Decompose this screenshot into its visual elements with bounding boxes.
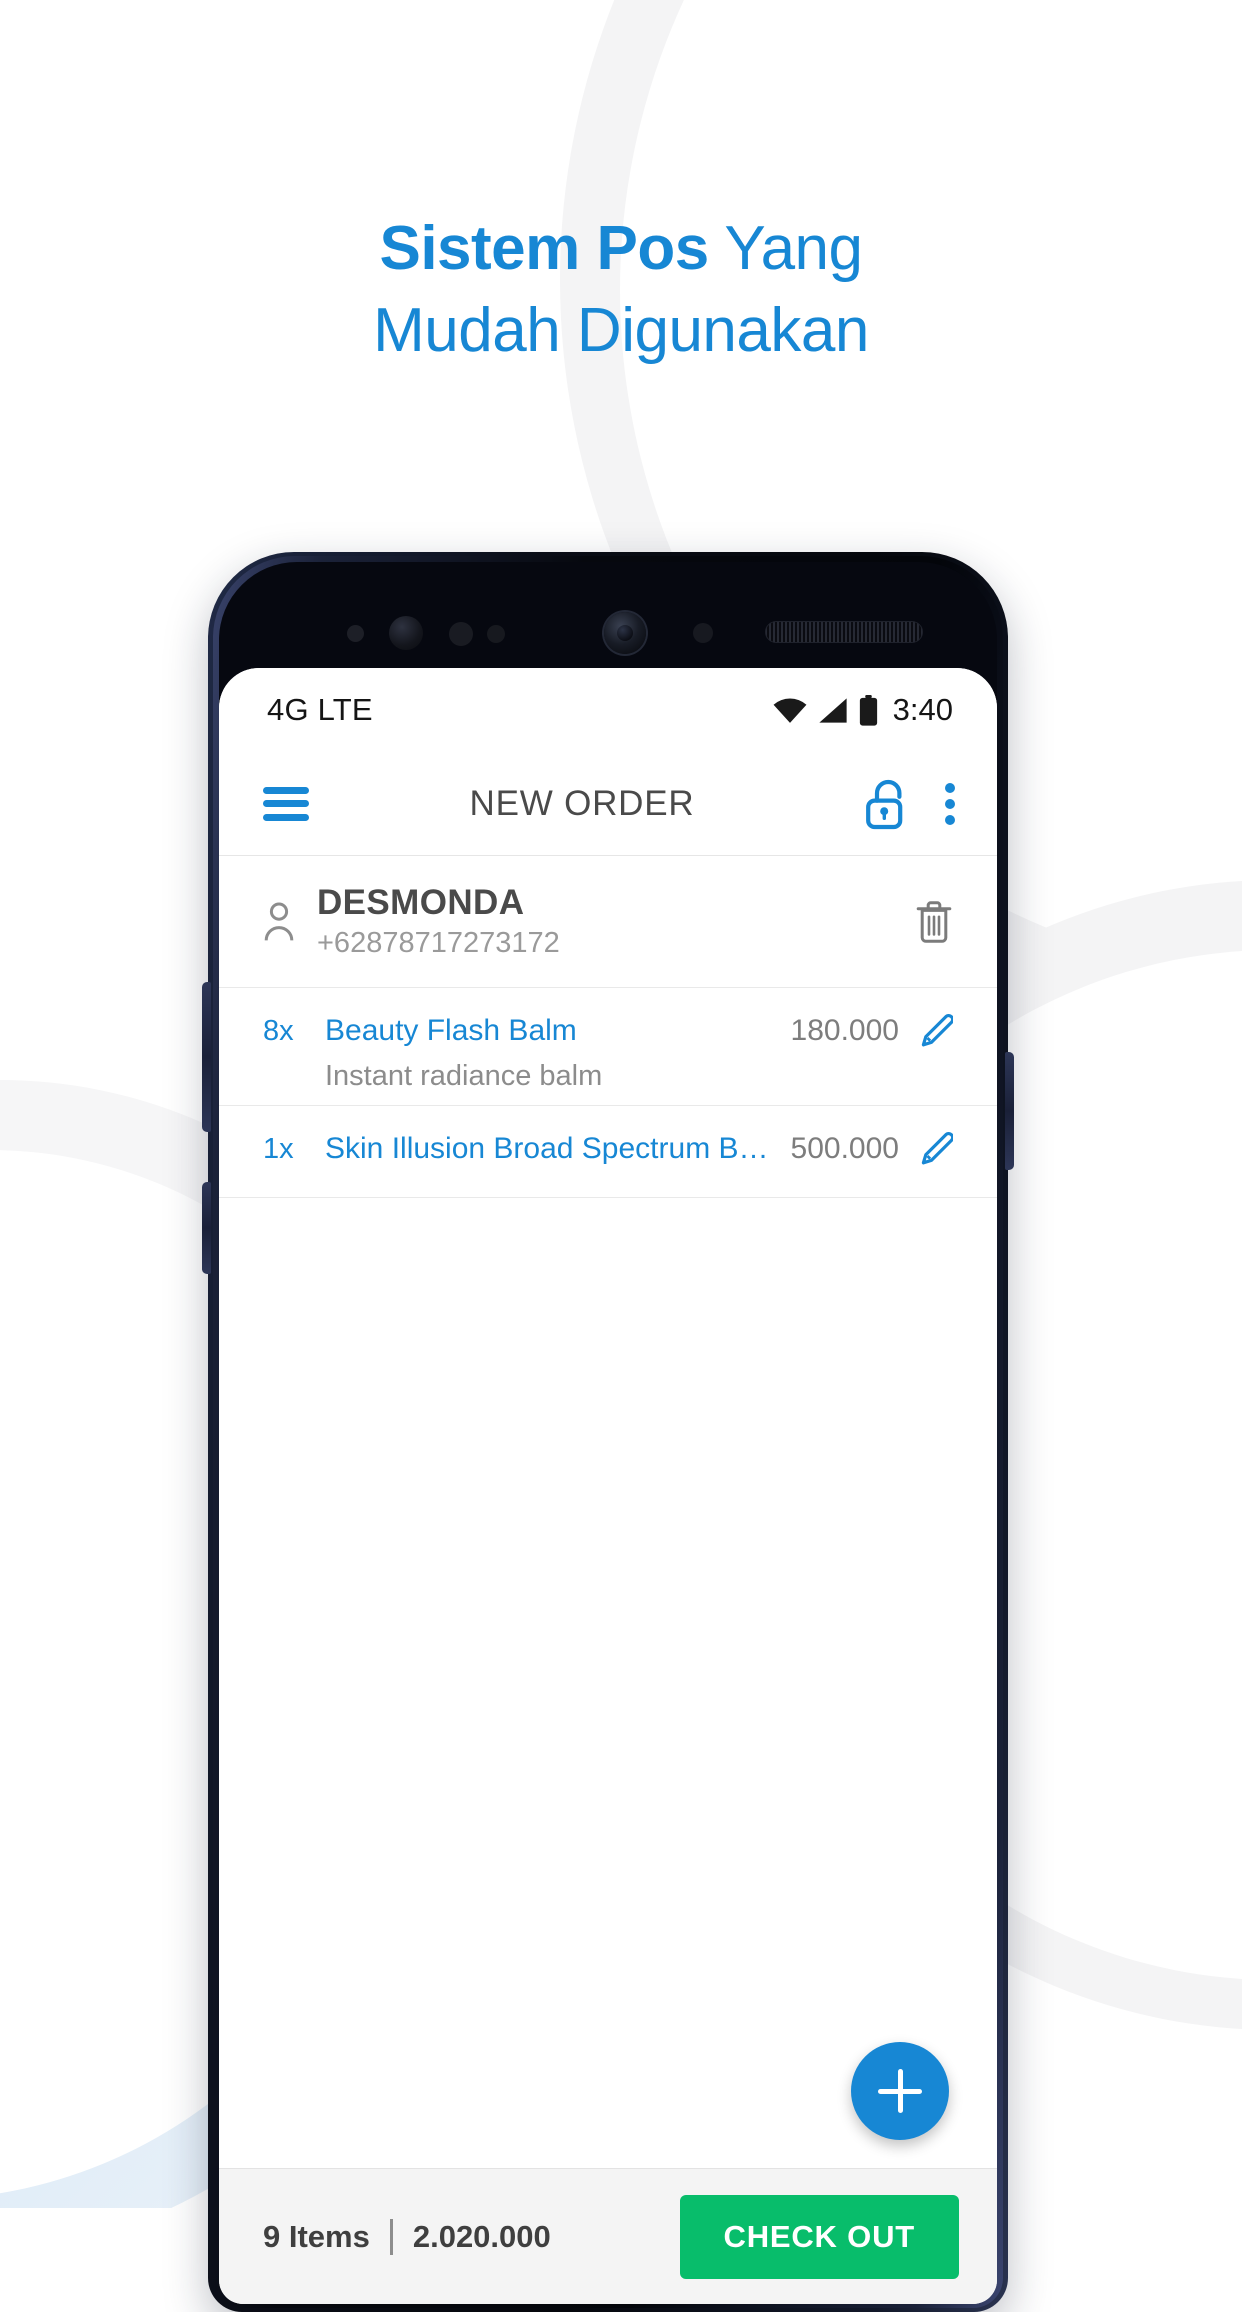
phone-mockup: 4G LTE 3:40 NEW ORDER DESMONDA +62878717…: [202, 552, 1014, 2312]
totals-separator: [389, 2218, 393, 2255]
phone-screen: 4G LTE 3:40 NEW ORDER DESMONDA +62878717…: [219, 668, 997, 2304]
kebab-dot-1: [945, 782, 955, 793]
unlocked-padlock-icon[interactable]: [865, 778, 911, 830]
customer-row[interactable]: DESMONDA +62878717273172: [219, 856, 997, 988]
order-item-name: Beauty Flash Balm: [325, 1014, 577, 1047]
customer-name: DESMONDA: [317, 883, 525, 922]
power-button: [1005, 1052, 1014, 1170]
pencil-icon[interactable]: [921, 1132, 953, 1166]
kebab-dot-2: [945, 798, 955, 809]
volume-button: [202, 982, 211, 1132]
order-item-price: 180.000: [790, 1014, 899, 1047]
order-item-main-line: 8x Beauty Flash Balm 180.000: [263, 1014, 953, 1048]
order-item-main-line: 1x Skin Illusion Broad Spectrum Bro... 5…: [263, 1132, 953, 1166]
app-bar-actions: [865, 778, 955, 830]
headline-line-2: Mudah Digunakan: [373, 295, 869, 365]
customer-texts: DESMONDA +62878717273172: [317, 883, 560, 960]
customer-info: DESMONDA +62878717273172: [263, 883, 915, 960]
wifi-icon: [773, 698, 807, 723]
assistant-button: [202, 1182, 211, 1274]
order-item-quantity: 1x: [263, 1132, 294, 1165]
trash-icon[interactable]: [915, 900, 953, 944]
headline-regular-part: Yang: [708, 214, 863, 283]
kebab-menu-icon[interactable]: [945, 782, 955, 825]
status-clock: 3:40: [892, 692, 953, 727]
plus-icon-vertical: [897, 2069, 903, 2113]
order-item-name: Skin Illusion Broad Spectrum Bro...: [325, 1132, 791, 1165]
iris-scanner-icon: [389, 616, 423, 650]
sensor-icon-4: [693, 623, 713, 643]
kebab-dot-3: [945, 814, 955, 825]
customer-phone: +62878717273172: [317, 927, 560, 959]
order-item-count: 9 Items: [263, 2218, 370, 2254]
app-bar: NEW ORDER: [219, 752, 997, 856]
person-icon: [264, 902, 294, 941]
order-item-row[interactable]: 1x Skin Illusion Broad Spectrum Bro... 5…: [219, 1106, 997, 1198]
signal-icon: [819, 697, 847, 723]
order-totals: 9 Items 2.020.000: [263, 2218, 551, 2255]
headline-line-1: Sistem Pos Yang: [0, 208, 1242, 290]
add-item-fab[interactable]: [851, 2042, 949, 2140]
checkout-button[interactable]: CHECK OUT: [679, 2194, 959, 2279]
order-summary-bar: 9 Items 2.020.000 CHECK OUT: [219, 2168, 997, 2304]
order-item-quantity: 8x: [263, 1014, 294, 1047]
status-bar: 4G LTE 3:40: [219, 668, 997, 752]
sensor-icon-1: [347, 625, 364, 642]
order-item-description: Instant radiance balm: [325, 1060, 603, 1092]
status-network-label: 4G LTE: [267, 692, 373, 727]
promo-headline: Sistem Pos Yang Mudah Digunakan: [0, 208, 1242, 372]
page-title: NEW ORDER: [469, 783, 695, 823]
battery-icon: [859, 694, 877, 726]
status-indicators: 3:40: [773, 692, 953, 728]
front-camera-lens-inner: [617, 625, 633, 641]
pencil-icon[interactable]: [921, 1014, 953, 1048]
order-total-amount: 2.020.000: [412, 2218, 551, 2254]
earpiece-speaker-icon: [765, 621, 923, 643]
order-item-price: 500.000: [790, 1132, 899, 1165]
sensor-icon-3: [487, 625, 505, 643]
headline-bold-part: Sistem Pos: [379, 214, 709, 283]
sensor-icon-2: [449, 622, 473, 646]
order-item-row[interactable]: 8x Beauty Flash Balm 180.000 Instant rad…: [219, 988, 997, 1106]
